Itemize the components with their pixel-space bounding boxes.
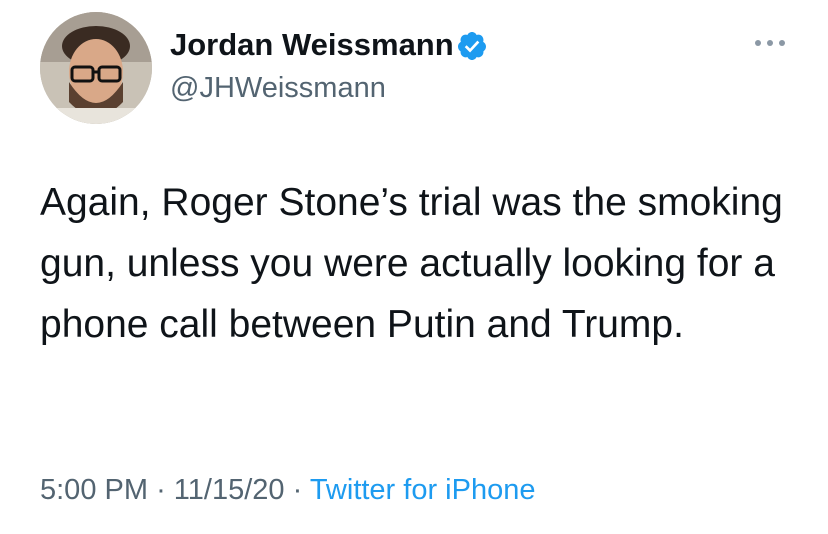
tweet-text: Again, Roger Stone’s trial was the smoki…: [40, 181, 783, 346]
tweet-metadata: 5:00 PM · 11/15/20 · Twitter for iPhone: [40, 474, 535, 507]
avatar[interactable]: [40, 12, 152, 124]
tweet-date[interactable]: 11/15/20: [174, 474, 285, 506]
author-display-name[interactable]: Jordan Weissmann: [170, 27, 454, 63]
tweet-source-link[interactable]: Twitter for iPhone: [310, 474, 536, 506]
verified-badge-icon: [457, 32, 486, 60]
tweet-card: Jordan Weissmann @JHWeissmann Again, Rog…: [0, 0, 828, 534]
separator-dot: ·: [156, 474, 166, 506]
more-options-icon[interactable]: [752, 36, 788, 50]
author-handle[interactable]: @JHWeissmann: [170, 72, 386, 105]
separator-dot: ·: [292, 474, 303, 506]
tweet-time[interactable]: 5:00 PM: [40, 474, 148, 506]
